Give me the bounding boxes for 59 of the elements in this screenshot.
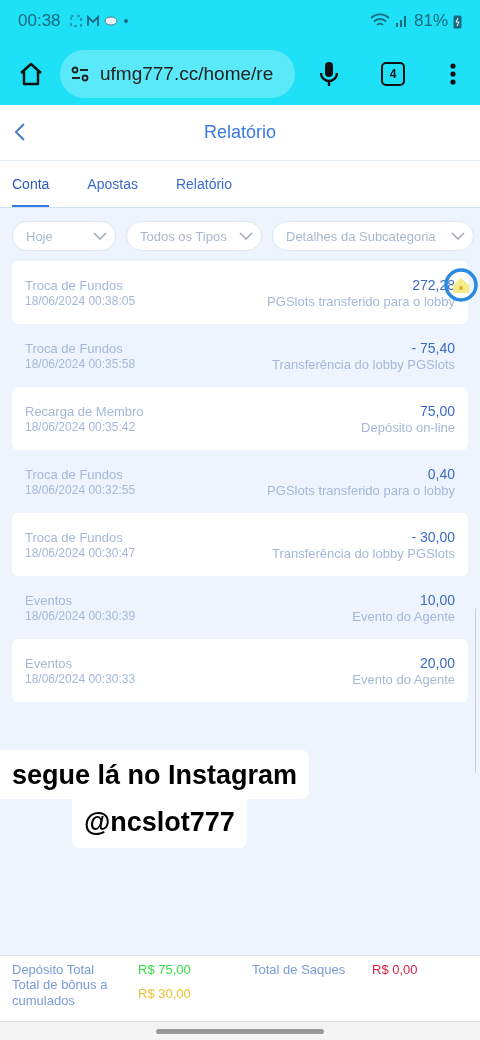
transaction-type: Troca de Fundos <box>25 340 124 356</box>
caption-text: @ncslot777 <box>72 799 247 848</box>
transaction-amount: - 30,00 <box>411 528 455 545</box>
screenshot-icon <box>69 15 82 27</box>
total-value: R$ 0,00 <box>372 962 419 977</box>
transaction-amount: 20,00 <box>419 654 455 671</box>
more-icon[interactable] <box>449 61 457 86</box>
transaction-date: 18/06/2024 00:30:39 <box>25 608 136 623</box>
total-value: R$ 75,00 <box>138 962 192 977</box>
battery-percent: 81% <box>413 11 448 31</box>
transaction-date: 18/06/2024 00:35:42 <box>25 419 137 434</box>
page-title: Relatório <box>203 122 276 143</box>
transaction-amount: 0,40 <box>427 465 455 482</box>
transaction-type: Eventos <box>25 592 73 608</box>
transaction-date: 18/06/2024 00:32:55 <box>25 482 136 497</box>
site-settings-icon[interactable] <box>70 65 90 82</box>
url-text: ufmg777.cc/home/re <box>100 62 274 85</box>
mail-icon <box>86 15 99 27</box>
dot-icon <box>122 18 129 24</box>
transaction-date: 18/06/2024 00:35:58 <box>25 356 136 371</box>
total-value: R$ 30,00 <box>138 985 192 1001</box>
chevron-down-icon <box>93 232 107 240</box>
address-bar[interactable]: ufmg777.cc/home/re <box>60 49 295 98</box>
transaction-description: Depósito on-line <box>361 419 455 435</box>
tab-count-button[interactable]: 4 <box>381 61 405 86</box>
tab[interactable]: Relatório <box>175 161 232 207</box>
tab[interactable]: Conta <box>12 161 50 207</box>
gesture-handle[interactable] <box>156 1028 324 1034</box>
transaction-amount: 75,00 <box>419 402 455 419</box>
transaction-type: Troca de Fundos <box>25 466 124 482</box>
transaction-description: PGSlots transferido para o lobby <box>267 482 455 498</box>
chevron-down-icon <box>239 232 253 240</box>
total-label: Total de Saques <box>252 962 347 977</box>
transaction-type: Eventos <box>25 655 73 671</box>
chevron-down-icon <box>451 232 465 240</box>
transaction-description: Transferência do lobby PGSlots <box>271 545 455 561</box>
caption-text: segue lá no Instagram <box>0 750 310 799</box>
transaction-type: Recarga de Membro <box>25 403 144 419</box>
transaction-description: Evento do Agente <box>352 608 455 624</box>
transaction-description: Transferência do lobby PGSlots <box>271 356 455 372</box>
home-icon[interactable] <box>18 60 44 87</box>
total-label: Total de bônus a cumulados <box>12 977 109 1009</box>
transaction-amount: - 75,40 <box>411 339 455 356</box>
microphone-icon[interactable] <box>319 59 339 88</box>
total-label: Depósito Total <box>12 962 96 977</box>
transaction-type: Troca de Fundos <box>25 277 124 293</box>
tab[interactable]: Apostas <box>87 161 138 207</box>
transaction-type: Troca de Fundos <box>25 529 124 545</box>
transaction-description: Evento do Agente <box>352 671 455 687</box>
transaction-date: 18/06/2024 00:38:05 <box>25 293 136 308</box>
transaction-date: 18/06/2024 00:30:47 <box>25 545 136 560</box>
transaction-date: 18/06/2024 00:30:33 <box>25 671 136 686</box>
signal-icon <box>394 14 409 28</box>
app-icon <box>103 16 118 26</box>
back-icon[interactable] <box>14 123 26 141</box>
battery-icon <box>453 13 462 29</box>
transaction-amount: 10,00 <box>419 591 455 608</box>
status-time: 00:38 <box>18 11 61 31</box>
transaction-description: PGSlots transferido para o lobby <box>267 293 455 309</box>
